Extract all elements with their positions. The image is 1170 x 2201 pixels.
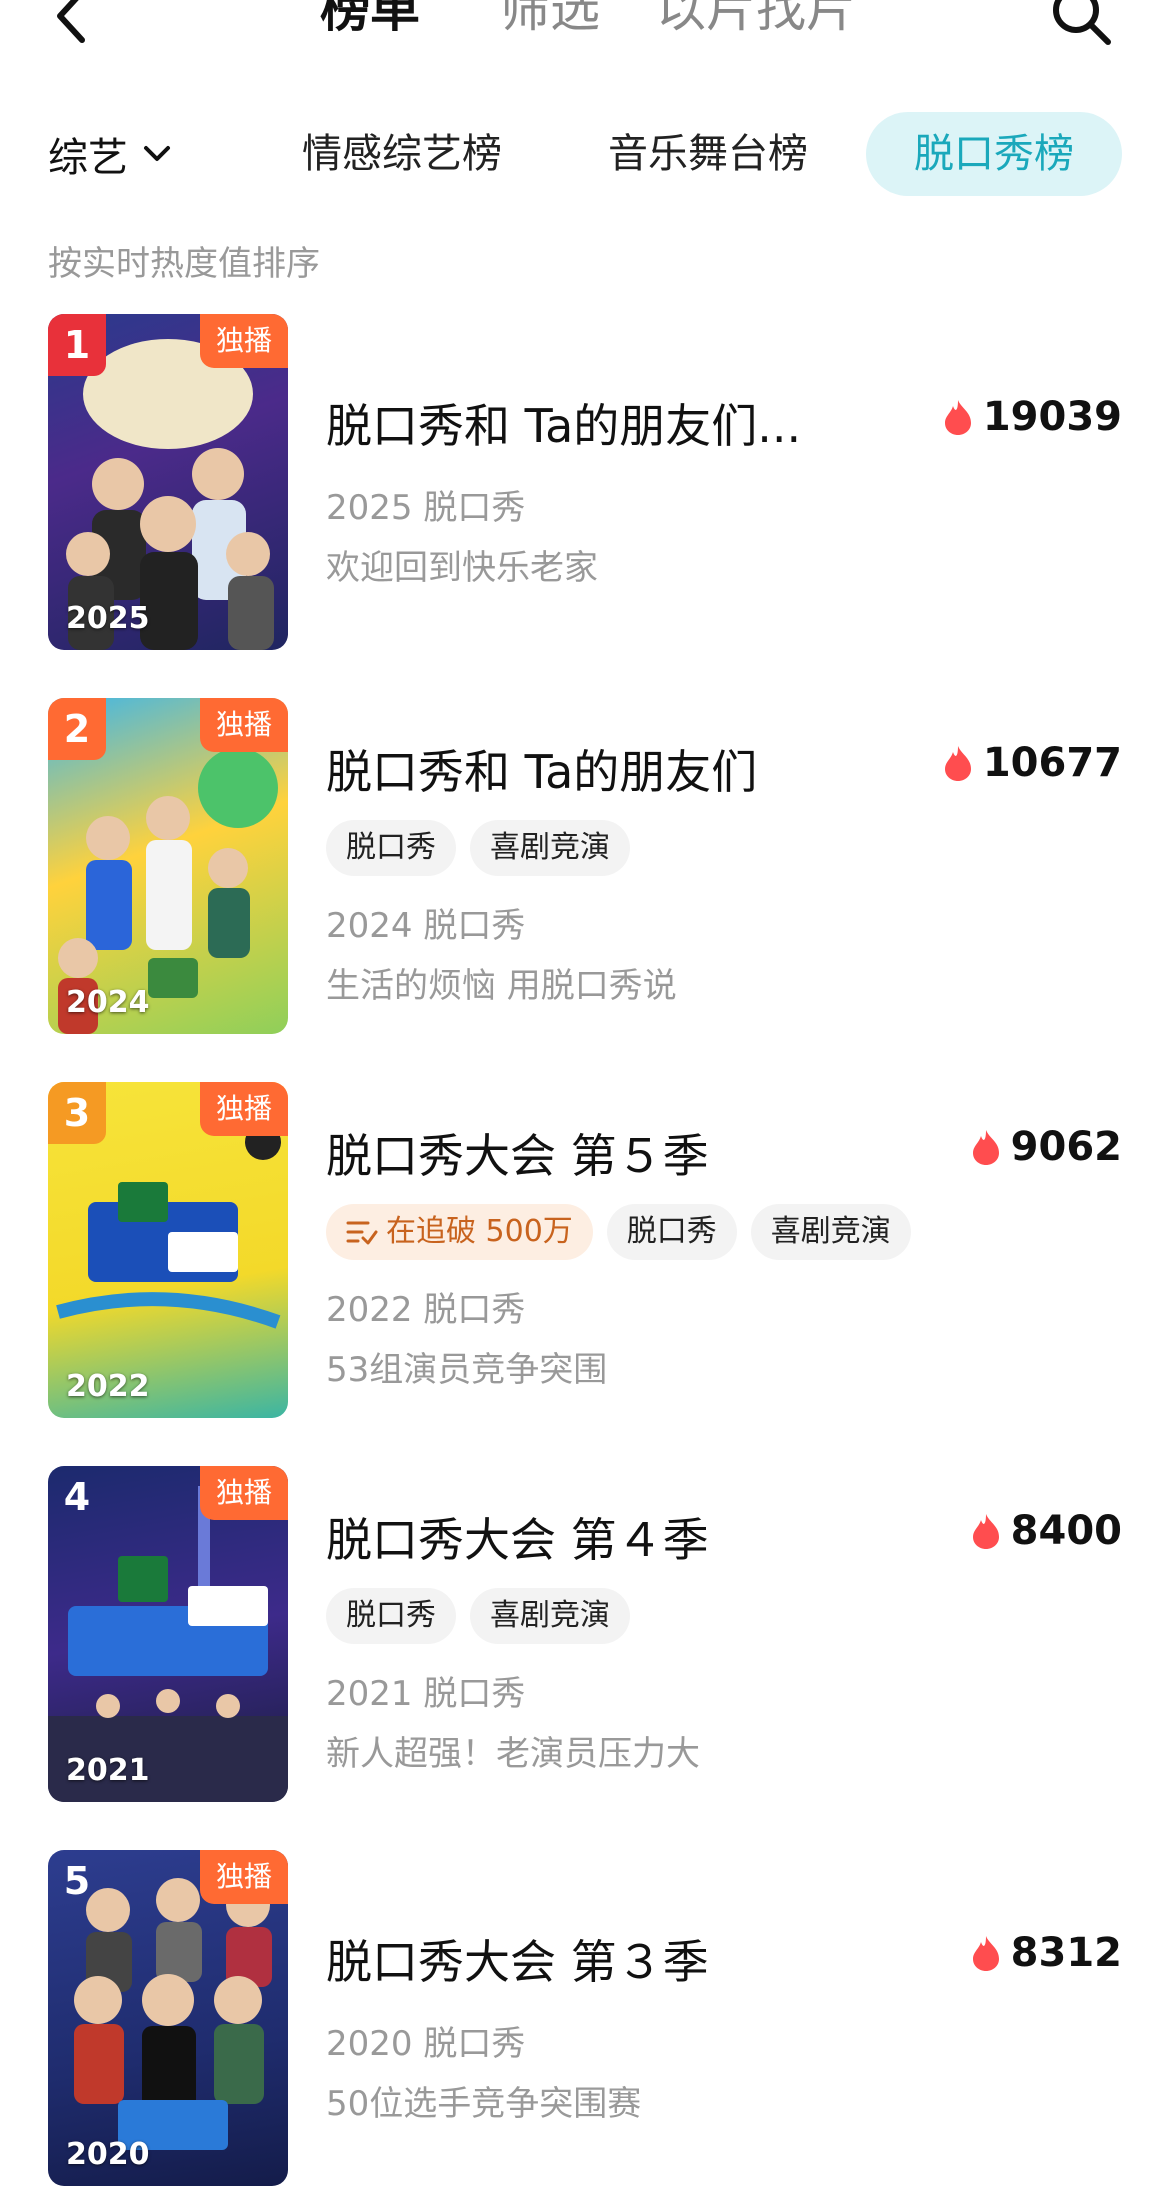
item-meta: 2022 脱口秀 [326,1290,526,1330]
tab-talk-show[interactable]: 脱口秀榜 [866,112,1122,196]
sort-note: 按实时热度值排序 [48,244,320,284]
top-nav: 榜单 筛选 以片找片 [0,0,1170,70]
item-title[interactable]: 脱口秀大会 第５季 [326,1120,709,1186]
tab-ranking[interactable]: 榜单 [320,0,420,44]
tag-chip[interactable]: 脱口秀 [606,1204,737,1260]
tag-chip[interactable]: 喜剧竞演 [470,1588,630,1644]
heat-value: 9062 [1010,1124,1122,1170]
tag-chip[interactable]: 喜剧竞演 [750,1204,911,1260]
poster-image[interactable]: 4 独播 2021 [48,1466,288,1802]
item-meta: 2020 脱口秀 [326,2024,526,2064]
item-title[interactable]: 脱口秀大会 第３季 [326,1926,709,1992]
heat-score: 9062 [971,1124,1122,1170]
flame-icon [944,746,971,781]
flame-icon [972,1130,999,1165]
item-title[interactable]: 脱口秀和 Ta的朋友们 [326,736,757,802]
poster-image[interactable]: 5 独播 2020 [48,1850,288,2186]
item-desc: 生活的烦恼 用脱口秀说 [326,966,677,1006]
item-desc: 欢迎回到快乐老家 [326,548,598,588]
chevron-down-icon [144,146,170,161]
heat-value: 19039 [982,394,1122,440]
tag-chip[interactable]: 喜剧竞演 [470,820,630,876]
chase-tag[interactable]: 在追破 500万 [326,1204,593,1260]
tag-chip[interactable]: 脱口秀 [326,1588,456,1644]
item-desc: 53组演员竞争突围 [326,1350,608,1390]
rank-badge: 3 [48,1082,106,1144]
search-icon[interactable] [1050,0,1114,46]
poster-year: 2022 [66,1369,150,1404]
back-arrow-icon[interactable] [48,0,98,46]
poster-year: 2021 [66,1753,150,1788]
exclusive-badge: 独播 [199,1082,288,1136]
exclusive-badge: 独播 [199,314,288,368]
tag-list: 脱口秀 喜剧竞演 [326,1588,630,1644]
item-meta: 2024 脱口秀 [326,906,526,946]
poster-year: 2025 [66,601,150,636]
item-title[interactable]: 脱口秀和 Ta的朋友们... [326,390,801,456]
flame-icon [972,1936,999,1971]
list-item[interactable]: 3 独播 2022 脱口秀大会 第５季 9062 在追破 500万 脱口秀 喜剧… [48,1082,1122,1418]
tab-filter[interactable]: 筛选 [500,0,600,44]
list-item[interactable]: 5 独播 2020 脱口秀大会 第３季 8312 2020 脱口秀 50位选手竞… [48,1850,1122,2186]
heat-value: 8312 [1010,1930,1122,1976]
chase-tag-label: 在追破 500万 [386,1214,573,1249]
poster-image[interactable]: 2 独播 2024 [48,698,288,1034]
exclusive-badge: 独播 [199,1466,288,1520]
poster-image[interactable]: 1 独播 2025 [48,314,288,650]
item-meta: 2021 脱口秀 [326,1674,526,1714]
item-meta: 2025 脱口秀 [326,488,526,528]
item-desc: 50位选手竞争突围赛 [326,2084,642,2124]
tab-find-by-clip[interactable]: 以片找片 [656,0,856,44]
heat-score: 8400 [971,1508,1122,1554]
flame-icon [944,400,971,435]
category-dropdown[interactable]: 综艺 [48,112,172,196]
item-title[interactable]: 脱口秀大会 第４季 [326,1504,709,1570]
heat-score: 10677 [943,740,1122,786]
heat-value: 8400 [1010,1508,1122,1554]
flame-icon [972,1514,999,1549]
category-dropdown-label: 综艺 [48,135,128,181]
heat-score: 19039 [943,394,1122,440]
heat-value: 10677 [982,740,1122,786]
poster-year: 2020 [66,2137,150,2172]
tag-list: 在追破 500万 脱口秀 喜剧竞演 [326,1204,911,1260]
exclusive-badge: 独播 [199,1850,288,1904]
heat-score: 8312 [971,1930,1122,1976]
tag-chip[interactable]: 脱口秀 [326,820,456,876]
exclusive-badge: 独播 [199,698,288,752]
list-item[interactable]: 4 独播 2021 脱口秀大会 第４季 8400 脱口秀 喜剧竞演 2021 脱… [48,1466,1122,1802]
tab-music-stage[interactable]: 音乐舞台榜 [608,112,808,196]
rank-badge: 4 [63,1475,91,1519]
list-item[interactable]: 1 独播 2025 脱口秀和 Ta的朋友们... 19039 2025 脱口秀 … [48,314,1122,650]
list-check-icon [346,1221,378,1245]
rank-badge: 5 [63,1859,91,1903]
rank-badge: 2 [48,698,106,760]
list-item[interactable]: 2 独播 2024 脱口秀和 Ta的朋友们 10677 脱口秀 喜剧竞演 202… [48,698,1122,1034]
rank-badge: 1 [48,314,106,376]
tab-emotional-variety[interactable]: 情感综艺榜 [302,112,502,196]
poster-image[interactable]: 3 独播 2022 [48,1082,288,1418]
category-row: 综艺 情感综艺榜 音乐舞台榜 脱口秀榜 [0,112,1170,196]
tag-list: 脱口秀 喜剧竞演 [326,820,630,876]
item-desc: 新人超强！老演员压力大 [326,1734,700,1774]
poster-year: 2024 [66,985,150,1020]
